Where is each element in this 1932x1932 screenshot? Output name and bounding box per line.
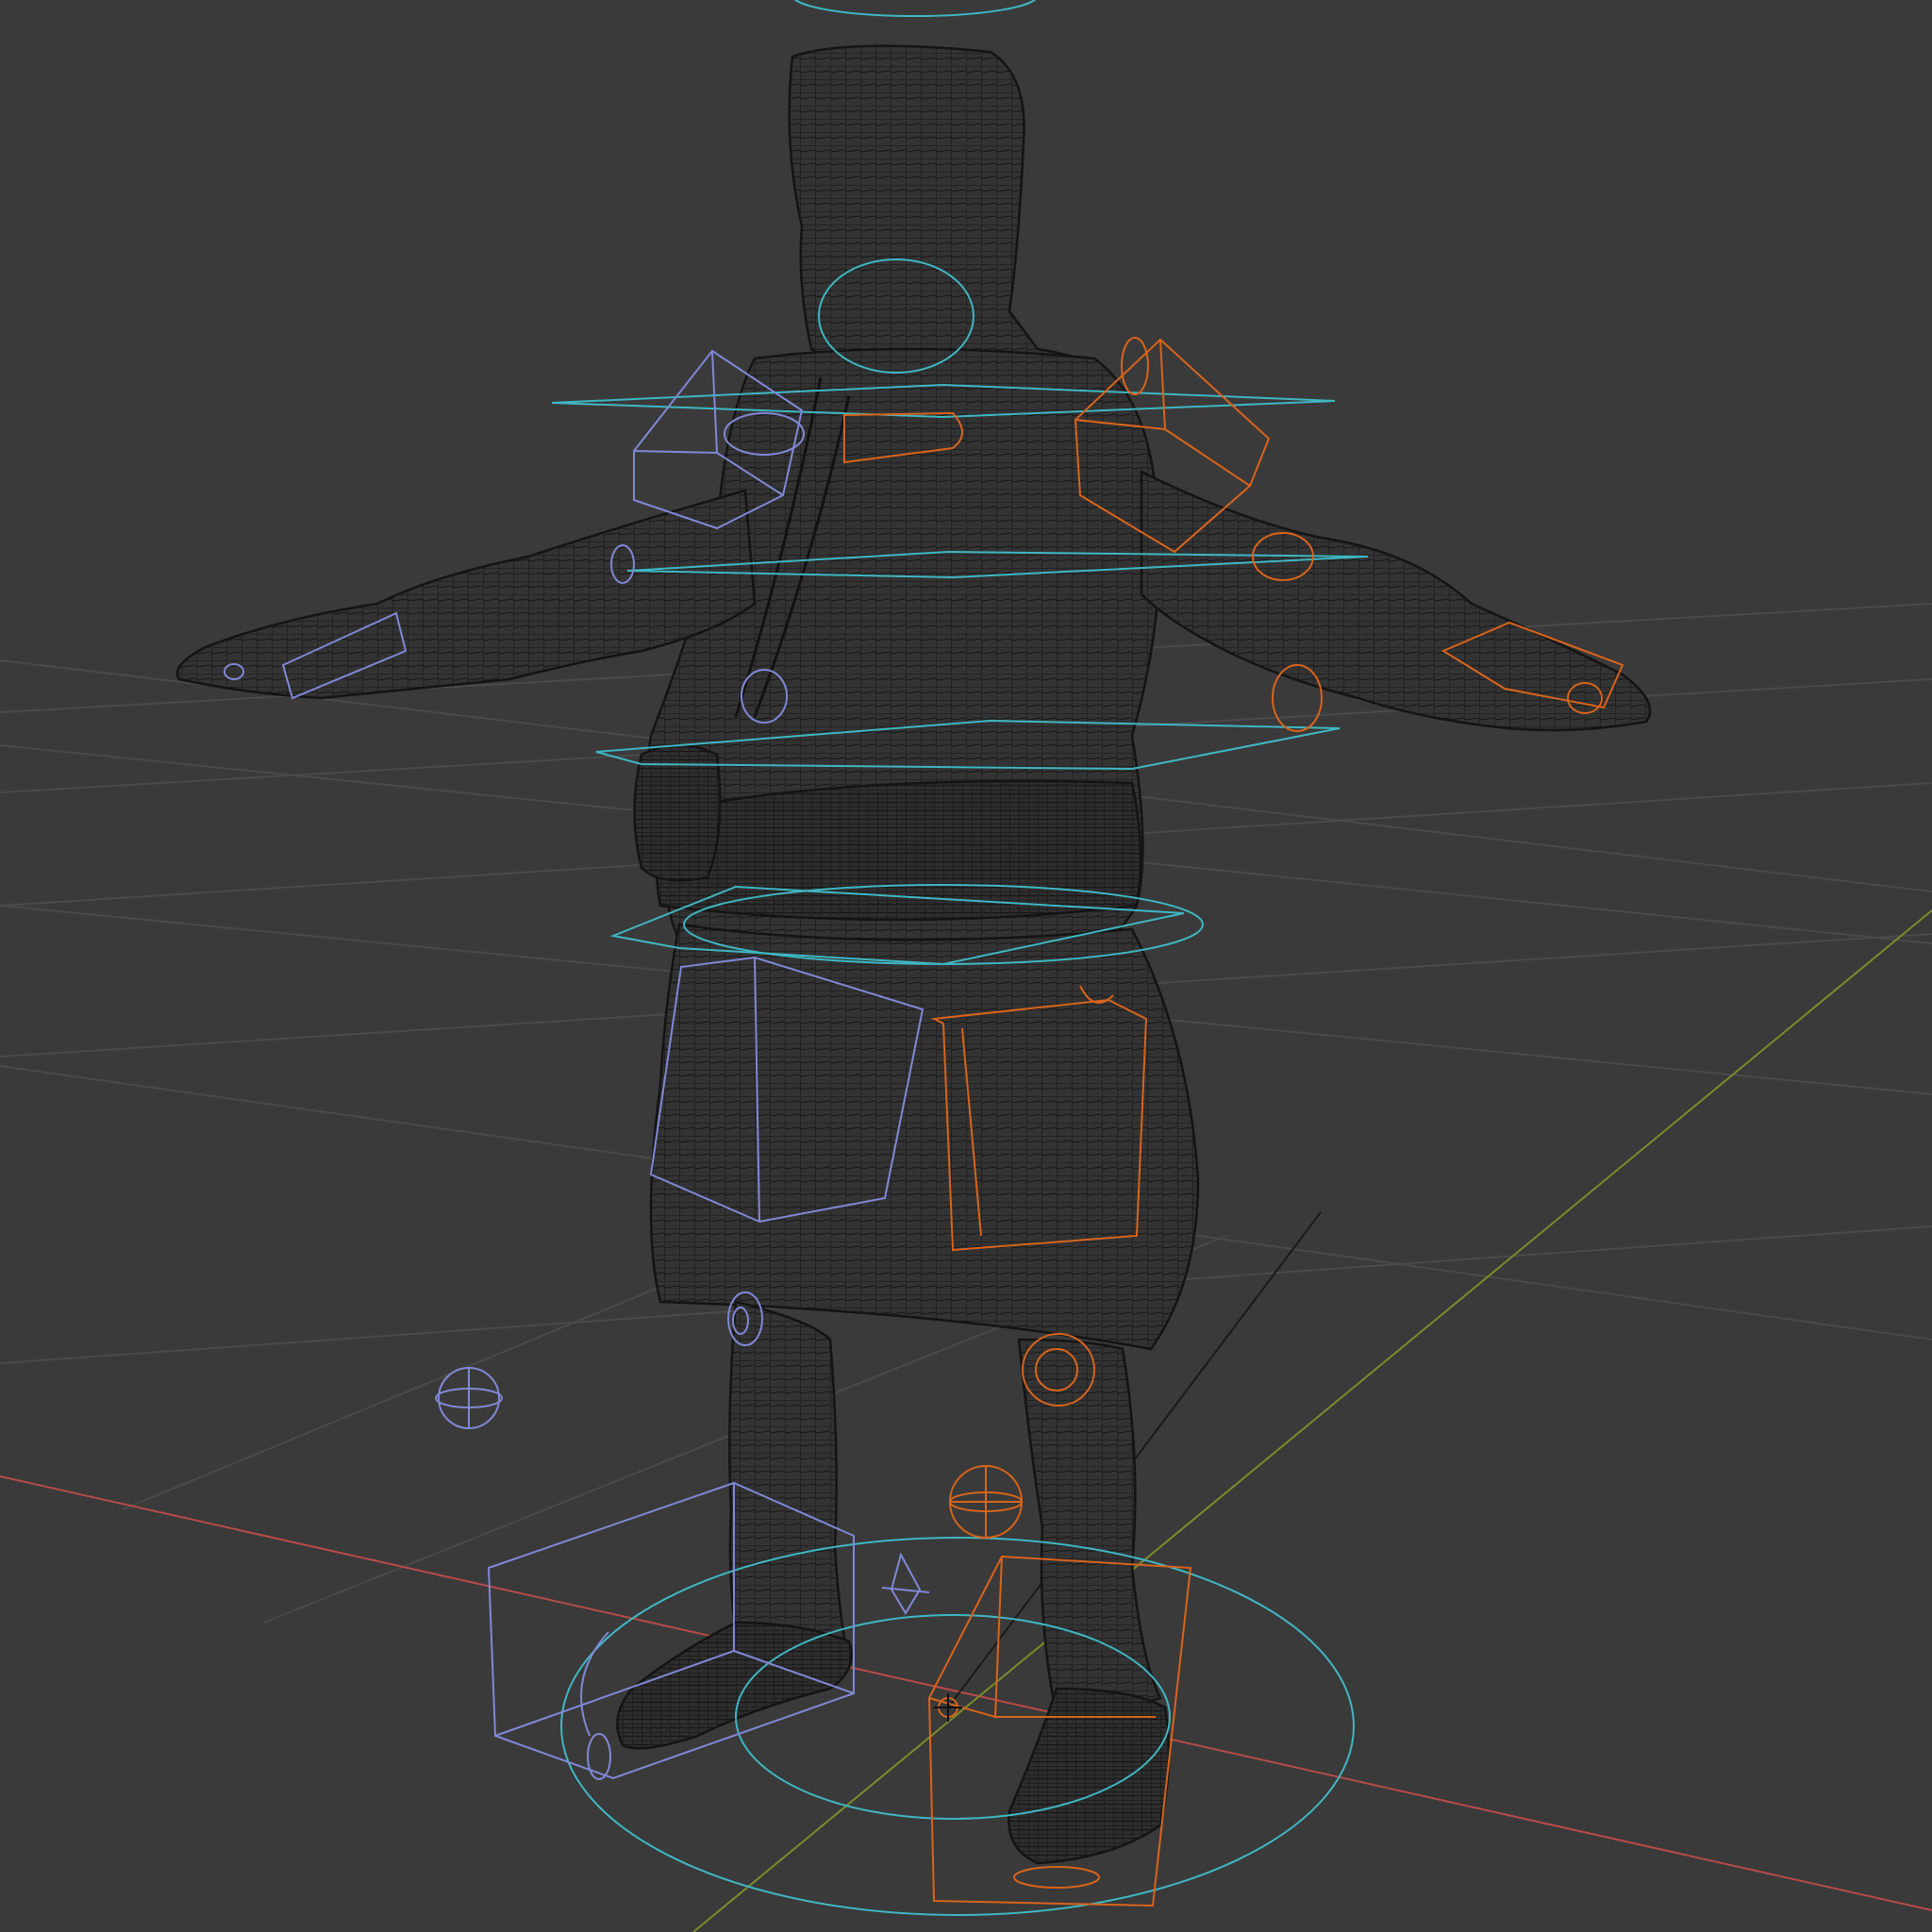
- toe-r-control[interactable]: [1013, 1866, 1100, 1889]
- mesh-head: [788, 44, 1107, 375]
- top-ring-control[interactable]: [792, 0, 1038, 17]
- knee-l-pole-target[interactable]: [881, 1552, 930, 1615]
- viewport-canvas[interactable]: [0, 0, 1932, 1932]
- shoulder-r-ring[interactable]: [1121, 337, 1149, 395]
- mesh-right-foot: [1008, 1687, 1171, 1865]
- 3d-viewport[interactable]: [0, 0, 1932, 1932]
- heel-l-control[interactable]: [580, 1631, 609, 1737]
- mesh-right-leg: [1017, 1338, 1162, 1719]
- 3d-cursor[interactable]: [934, 1693, 962, 1722]
- mesh-left-arm: [175, 489, 757, 700]
- mesh-right-arm: [1140, 469, 1652, 732]
- mesh-skirt: [649, 923, 1200, 1351]
- x-axis-line: [0, 1475, 1932, 1911]
- mesh-waist: [655, 779, 1142, 922]
